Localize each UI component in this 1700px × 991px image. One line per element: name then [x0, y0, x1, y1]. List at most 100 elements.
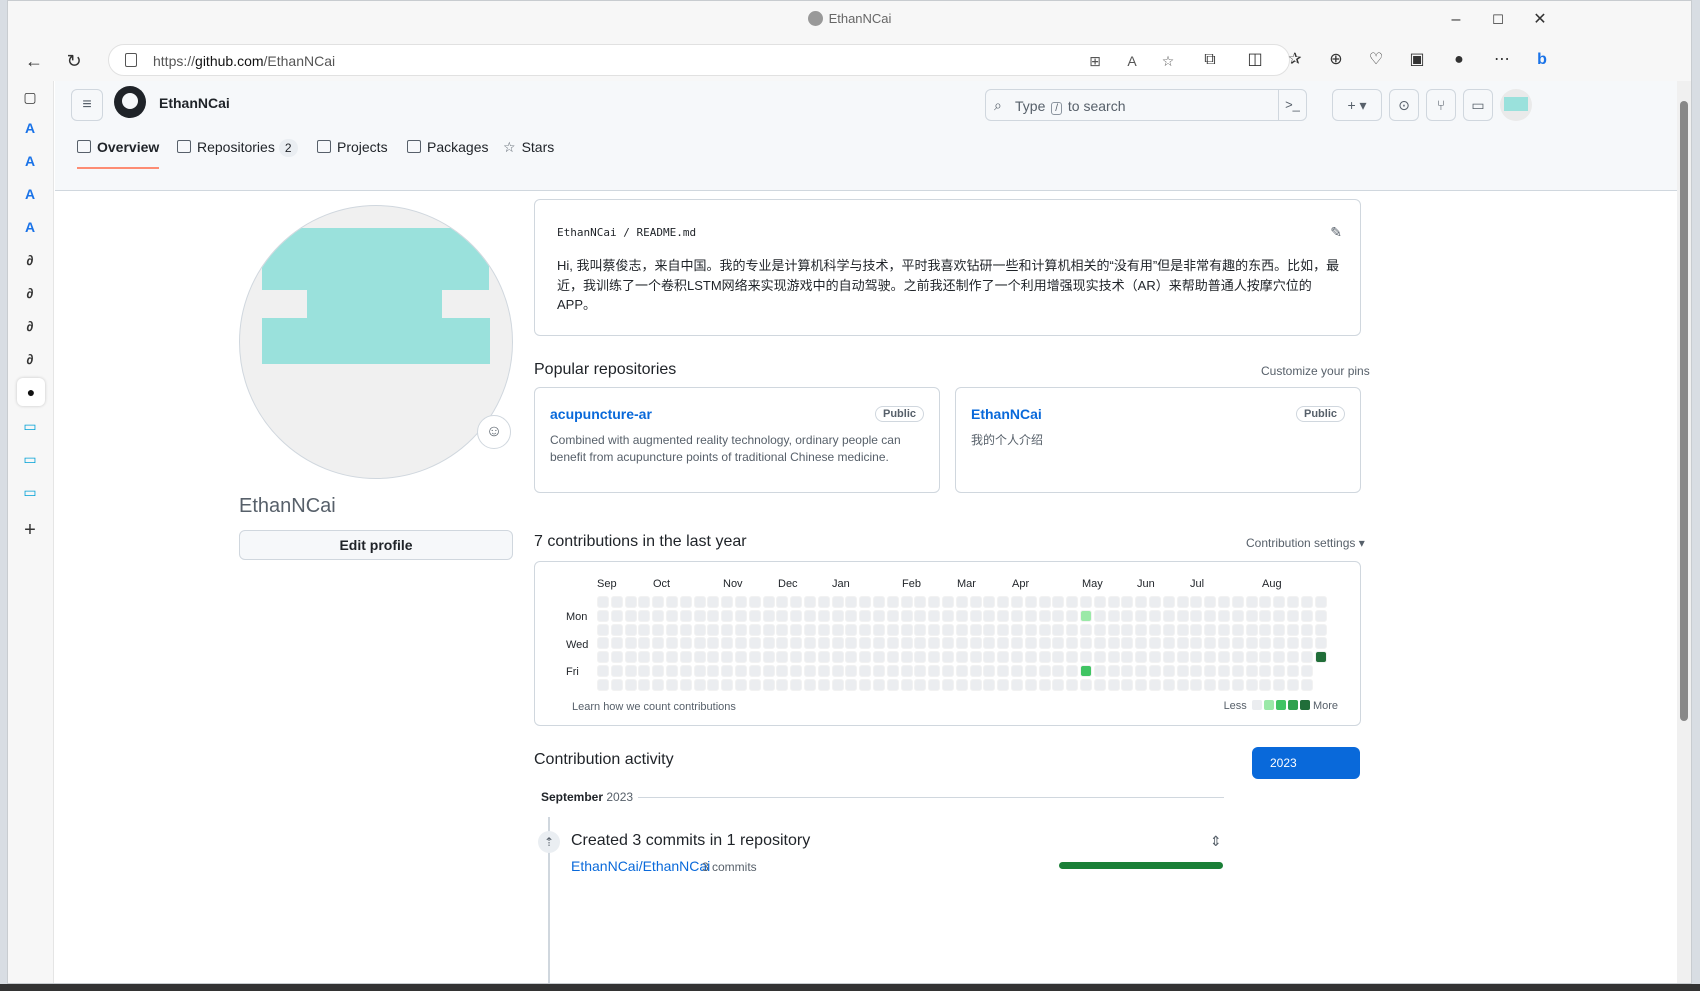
contribution-cell[interactable] [1038, 651, 1051, 664]
tab-stars[interactable]: ☆ Stars [503, 129, 554, 191]
contribution-cell[interactable] [610, 665, 623, 677]
contribution-cell[interactable] [969, 665, 982, 677]
contribution-cell[interactable] [1135, 623, 1148, 636]
contribution-cell[interactable] [638, 665, 651, 677]
contribution-cell[interactable] [1052, 651, 1065, 664]
add-tab-icon[interactable]: + [19, 519, 41, 541]
contribution-cell[interactable] [1135, 609, 1148, 622]
contribution-cell[interactable] [1259, 651, 1272, 664]
contribution-cell[interactable] [679, 637, 692, 650]
contribution-cell[interactable] [928, 665, 941, 677]
command-palette-icon[interactable]: >_ [1278, 90, 1306, 120]
contribution-cell[interactable] [1149, 651, 1161, 664]
contribution-cell[interactable] [1259, 596, 1272, 608]
contribution-cell[interactable] [721, 637, 734, 650]
repo-name-link[interactable]: EthanNCai [971, 406, 1042, 422]
contribution-cell[interactable] [1231, 623, 1244, 636]
contribution-cell[interactable] [914, 609, 927, 622]
year-2023-button[interactable]: 2023 [1252, 747, 1360, 779]
contribution-cell[interactable] [1066, 596, 1079, 608]
contribution-cell[interactable] [955, 665, 968, 677]
contribution-cell[interactable] [928, 651, 941, 664]
contribution-cell[interactable] [1162, 651, 1175, 664]
contribution-cell[interactable] [610, 609, 623, 622]
contribution-cell[interactable] [707, 596, 720, 608]
contribution-cell[interactable] [748, 665, 761, 677]
contribution-cell[interactable] [983, 623, 996, 636]
contribution-cell[interactable] [707, 623, 720, 636]
contribution-cell[interactable] [914, 651, 927, 664]
contribution-cell[interactable] [776, 609, 789, 622]
contribution-cell[interactable] [1300, 678, 1313, 691]
contribution-cell[interactable] [762, 637, 775, 650]
contribution-cell[interactable] [873, 678, 885, 691]
contribution-cell[interactable] [1135, 637, 1148, 650]
contribution-cell[interactable] [804, 651, 816, 664]
contribution-cell[interactable] [748, 596, 761, 608]
menu-button[interactable]: ≡ [71, 89, 103, 121]
contribution-cell[interactable] [1176, 678, 1189, 691]
contribution-cell[interactable] [817, 623, 830, 636]
contribution-cell[interactable] [1052, 637, 1065, 650]
back-button[interactable]: ← [20, 47, 48, 75]
contribution-cell[interactable] [1024, 678, 1037, 691]
collapse-icon[interactable]: ⇕ [1210, 833, 1222, 850]
contribution-cell[interactable] [666, 678, 678, 691]
contribution-cell[interactable] [1107, 678, 1120, 691]
repo-name-link[interactable]: acupuncture-ar [550, 406, 652, 422]
contribution-cell[interactable] [790, 637, 803, 650]
contribution-cell[interactable] [1135, 678, 1148, 691]
contribution-cell[interactable] [1218, 596, 1230, 608]
contribution-cell[interactable] [652, 637, 665, 650]
contribution-cell[interactable] [1066, 678, 1079, 691]
contribution-cell[interactable] [886, 623, 899, 636]
contribution-cell[interactable] [983, 678, 996, 691]
contribution-cell[interactable] [1190, 637, 1203, 650]
contribution-cell[interactable] [1024, 623, 1037, 636]
contribution-cell[interactable] [1231, 637, 1244, 650]
contribution-cell[interactable] [1093, 623, 1106, 636]
contribution-cell[interactable] [969, 596, 982, 608]
profile-icon[interactable]: ● [1445, 46, 1473, 74]
contribution-cell[interactable] [804, 623, 816, 636]
issues-icon[interactable]: ⊙ [1389, 89, 1419, 121]
sidebar-app-icon[interactable]: A [19, 117, 41, 139]
contribution-cell[interactable] [1190, 665, 1203, 677]
contribution-cell[interactable] [597, 637, 609, 650]
contribution-cell[interactable] [776, 665, 789, 677]
contribution-cell[interactable] [652, 678, 665, 691]
contribution-cell[interactable] [597, 623, 609, 636]
contribution-cell[interactable] [679, 623, 692, 636]
contribution-cell[interactable] [1176, 637, 1189, 650]
contribution-cell[interactable] [1287, 637, 1299, 650]
contribution-settings-dropdown[interactable]: Contribution settings ▾ [1246, 536, 1365, 550]
contribution-cell[interactable] [666, 651, 678, 664]
contribution-cell[interactable] [804, 609, 816, 622]
contribution-cell[interactable] [1080, 623, 1092, 636]
contribution-cell[interactable] [1259, 665, 1272, 677]
contribution-cell[interactable] [900, 609, 913, 622]
contribution-cell[interactable] [845, 596, 858, 608]
contribution-cell[interactable] [624, 596, 637, 608]
contribution-cell[interactable] [597, 596, 609, 608]
contribution-cell[interactable] [983, 637, 996, 650]
contribution-cell[interactable] [859, 651, 872, 664]
contribution-cell[interactable] [762, 678, 775, 691]
contribution-cell[interactable] [693, 609, 706, 622]
contribution-cell[interactable] [638, 651, 651, 664]
app-available-icon[interactable]: ⊞ [1086, 52, 1104, 70]
contribution-cell[interactable] [1011, 637, 1023, 650]
contribution-cell[interactable] [845, 651, 858, 664]
contribution-cell[interactable] [735, 623, 747, 636]
contribution-cell[interactable] [997, 596, 1010, 608]
contribution-cell[interactable] [679, 651, 692, 664]
contribution-cell[interactable] [1080, 651, 1092, 664]
contribution-cell[interactable] [928, 609, 941, 622]
contribution-cell[interactable] [859, 623, 872, 636]
contribution-cell[interactable] [762, 651, 775, 664]
contribution-cell[interactable] [1149, 637, 1161, 650]
contribution-cell[interactable] [790, 596, 803, 608]
contribution-cell[interactable] [1107, 609, 1120, 622]
contribution-cell[interactable] [693, 678, 706, 691]
contribution-cell[interactable] [624, 678, 637, 691]
